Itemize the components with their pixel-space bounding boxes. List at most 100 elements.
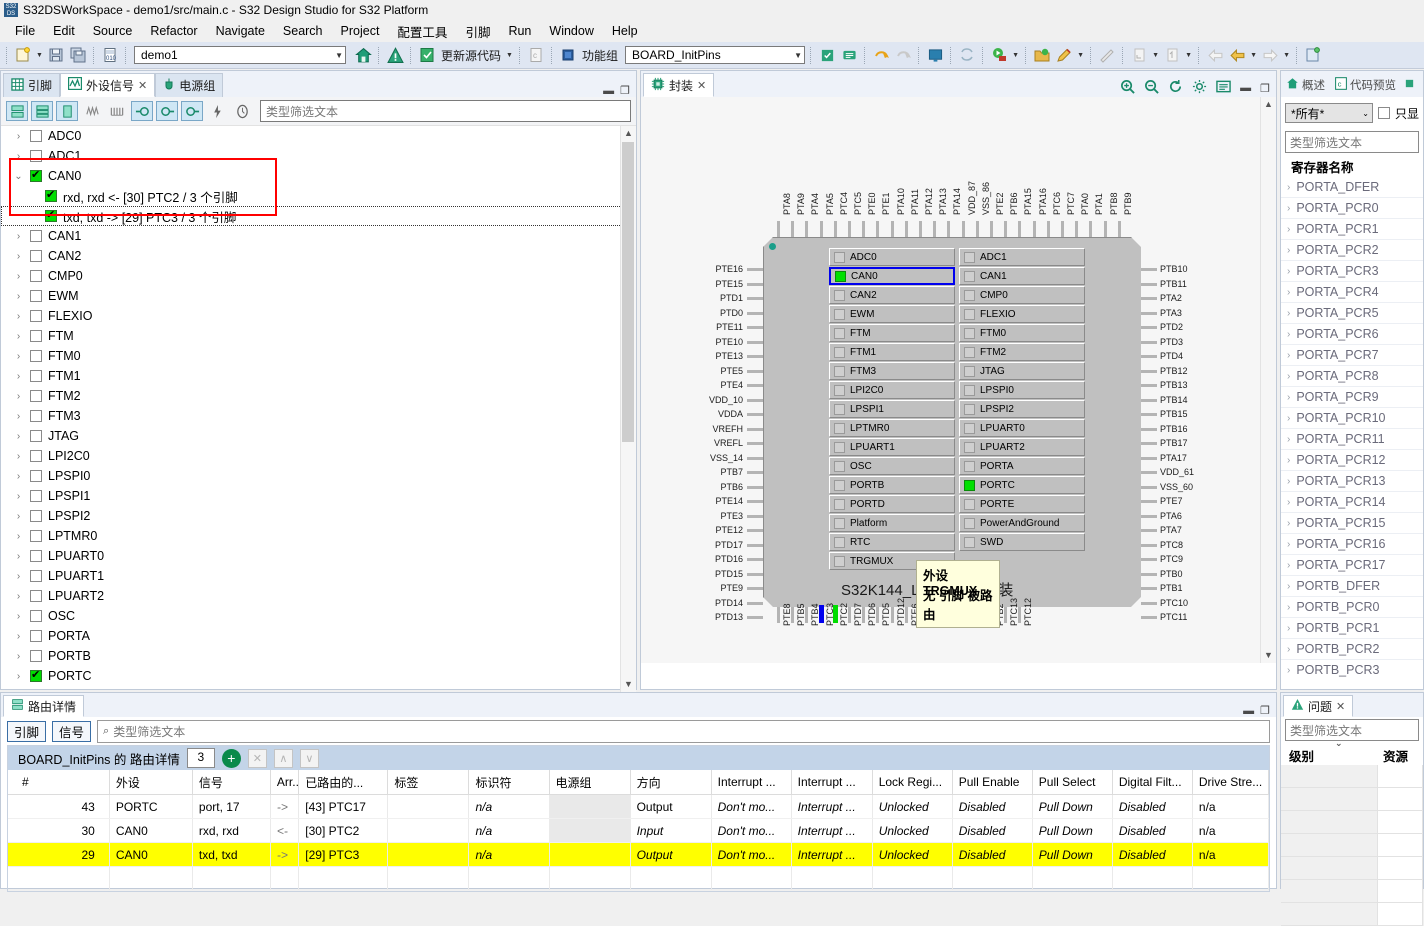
chevron-right-icon[interactable]: › <box>1287 476 1290 487</box>
peripheral-box-ftm3[interactable]: FTM3 <box>829 362 955 380</box>
tree-peripheral-row[interactable]: › LPTMR0 <box>1 526 636 546</box>
register-row[interactable]: › PORTA_PCR8 <box>1281 366 1423 387</box>
peripheral-checkbox[interactable] <box>964 403 975 415</box>
menu-item-pins[interactable]: 引脚 <box>456 20 499 43</box>
peripheral-box-jtag[interactable]: JTAG <box>959 362 1085 380</box>
tree-peripheral-row[interactable]: › LPUART1 <box>1 566 636 586</box>
chevron-right-icon[interactable]: › <box>13 631 24 642</box>
tree-peripheral-row[interactable]: › FTM <box>1 326 636 346</box>
peripheral-box-cmp0[interactable]: CMP0 <box>959 286 1085 304</box>
peripheral-checkbox[interactable] <box>964 289 975 301</box>
tree-peripheral-row[interactable]: › PORTB <box>1 646 636 666</box>
routing-col-5[interactable]: 标签 <box>387 770 470 795</box>
peripheral-checkbox[interactable] <box>834 289 845 301</box>
tree-checkbox[interactable] <box>30 450 42 462</box>
routing-count[interactable]: 3 <box>186 748 215 768</box>
register-row[interactable]: › PORTA_PCR3 <box>1281 261 1423 282</box>
peripheral-box-flexio[interactable]: FLEXIO <box>959 305 1085 323</box>
new-file-dropdown-icon[interactable]: ▼ <box>35 52 44 59</box>
peripheral-checkbox[interactable] <box>964 517 975 529</box>
peripheral-tree[interactable]: › ADC0 › ADC1 ⌄ CAN0 rxd, rxd <- [30] PTC2 / 3… <box>1 126 636 692</box>
pen-icon[interactable] <box>1054 45 1074 65</box>
tree-peripheral-row[interactable]: › OSC <box>1 606 636 626</box>
chevron-right-icon[interactable]: › <box>13 591 24 602</box>
peripheral-box-osc[interactable]: OSC <box>829 457 955 475</box>
routing-table-body[interactable]: 43 PORTC port, 17 -> [43] PTC17 n/a Output Don'… <box>8 794 1270 891</box>
chevron-right-icon[interactable]: › <box>13 231 24 242</box>
peripheral-box-portb[interactable]: PORTB <box>829 476 955 494</box>
back-dropdown-icon[interactable]: ▼ <box>1249 52 1258 59</box>
chevron-right-icon[interactable]: › <box>1287 371 1290 382</box>
peripheral-checkbox[interactable] <box>834 460 845 472</box>
register-list[interactable]: › PORTA_DFER › PORTA_PCR0 › PORTA_PCR1 › PORTA_… <box>1281 177 1423 677</box>
peripheral-box-swd[interactable]: SWD <box>959 533 1085 551</box>
peripheral-box-lpuart2[interactable]: LPUART2 <box>959 438 1085 456</box>
chevron-right-icon[interactable]: › <box>13 251 24 262</box>
routing-toolbar[interactable]: 引脚 信号 ⌕ 类型筛选文本 <box>1 717 1276 745</box>
tab-package[interactable]: 封装 ✕ <box>643 73 715 97</box>
table-row[interactable]: 29 CAN0 txd, txd -> [29] PTC3 n/a Output Don't … <box>8 842 1270 867</box>
peripheral-box-can2[interactable]: CAN2 <box>829 286 955 304</box>
undo-icon[interactable] <box>871 45 891 65</box>
tree-scrollbar[interactable]: ▲ ▼ <box>620 126 636 692</box>
peripheral-box-ewm[interactable]: EWM <box>829 305 955 323</box>
chevron-right-icon[interactable]: › <box>13 431 24 442</box>
peripheral-checkbox[interactable] <box>964 498 975 510</box>
chevron-right-icon[interactable]: › <box>1287 245 1290 256</box>
tree-signal-row[interactable]: rxd, rxd <- [30] PTC2 / 3 个引脚 <box>1 186 636 206</box>
update-code-label[interactable]: 更新源代码 <box>439 47 503 64</box>
register-row[interactable]: › PORTA_PCR6 <box>1281 324 1423 345</box>
routing-col-13[interactable]: Pull Select <box>1032 770 1113 795</box>
c-file-icon[interactable]: c <box>526 45 546 65</box>
rotate-icon[interactable] <box>1168 79 1183 97</box>
tree-peripheral-row[interactable]: › CAN1 <box>1 226 636 246</box>
register-row[interactable]: › PORTA_DFER <box>1281 177 1423 198</box>
chevron-right-icon[interactable]: › <box>1287 518 1290 529</box>
peripheral-box-powerandground[interactable]: PowerAndGround <box>959 514 1085 532</box>
export-dropdown-icon[interactable]: ▼ <box>1184 52 1193 59</box>
peripheral-checkbox[interactable] <box>834 441 845 453</box>
chevron-right-icon[interactable]: › <box>13 651 24 662</box>
register-row[interactable]: › PORTB_DFER <box>1281 576 1423 597</box>
peripheral-checkbox[interactable] <box>964 308 975 320</box>
tree-checkbox[interactable] <box>30 130 42 142</box>
home-icon[interactable] <box>353 45 373 65</box>
chevron-right-icon[interactable]: › <box>1287 287 1290 298</box>
tree-peripheral-row[interactable]: › FLEXIO <box>1 306 636 326</box>
menu-item-source[interactable]: Source <box>84 22 142 40</box>
peripheral-checkbox[interactable] <box>834 251 845 263</box>
register-row[interactable]: › PORTA_PCR5 <box>1281 303 1423 324</box>
register-row[interactable]: › PORTA_PCR14 <box>1281 492 1423 513</box>
peripheral-checkbox[interactable] <box>964 270 975 282</box>
tree-checkbox[interactable] <box>30 330 42 342</box>
tab-routing-details[interactable]: 路由详情 <box>3 695 85 717</box>
tree-checkbox[interactable] <box>30 510 42 522</box>
tree-checkbox[interactable] <box>30 590 42 602</box>
peripheral-checkbox[interactable] <box>964 251 975 263</box>
move-up-button[interactable]: ∧ <box>273 748 293 768</box>
tree-checkbox[interactable] <box>30 668 42 682</box>
peripheral-checkbox[interactable] <box>834 308 845 320</box>
tree-peripheral-row[interactable]: › LPUART2 <box>1 586 636 606</box>
chevron-right-icon[interactable]: › <box>1287 266 1290 277</box>
register-scope-combo[interactable]: *所有* ⌄ <box>1285 103 1373 123</box>
peripheral-checkbox[interactable] <box>834 384 845 396</box>
tree-peripheral-row[interactable]: › PORTA <box>1 626 636 646</box>
chevron-right-icon[interactable]: › <box>13 131 24 142</box>
peripheral-box-rtc[interactable]: RTC <box>829 533 955 551</box>
register-row[interactable]: › PORTA_PCR2 <box>1281 240 1423 261</box>
chevron-right-icon[interactable]: › <box>13 491 24 502</box>
tree-checkbox[interactable] <box>45 188 57 202</box>
tree-checkbox[interactable] <box>30 430 42 442</box>
chevron-right-icon[interactable]: › <box>1287 329 1290 340</box>
menu-item-search[interactable]: Search <box>274 22 332 40</box>
tree-checkbox[interactable] <box>30 530 42 542</box>
save-all-icon[interactable] <box>68 45 88 65</box>
forward-dropdown-icon[interactable]: ▼ <box>1282 52 1291 59</box>
routing-col-4[interactable]: 已路由的... <box>298 770 389 795</box>
tree-peripheral-row[interactable]: › FTM2 <box>1 386 636 406</box>
chevron-right-icon[interactable]: › <box>13 311 24 322</box>
routing-col-10[interactable]: Interrupt ... <box>791 770 873 795</box>
open-folder-icon[interactable] <box>1032 45 1052 65</box>
signal-view-button[interactable]: 信号 <box>52 720 92 742</box>
